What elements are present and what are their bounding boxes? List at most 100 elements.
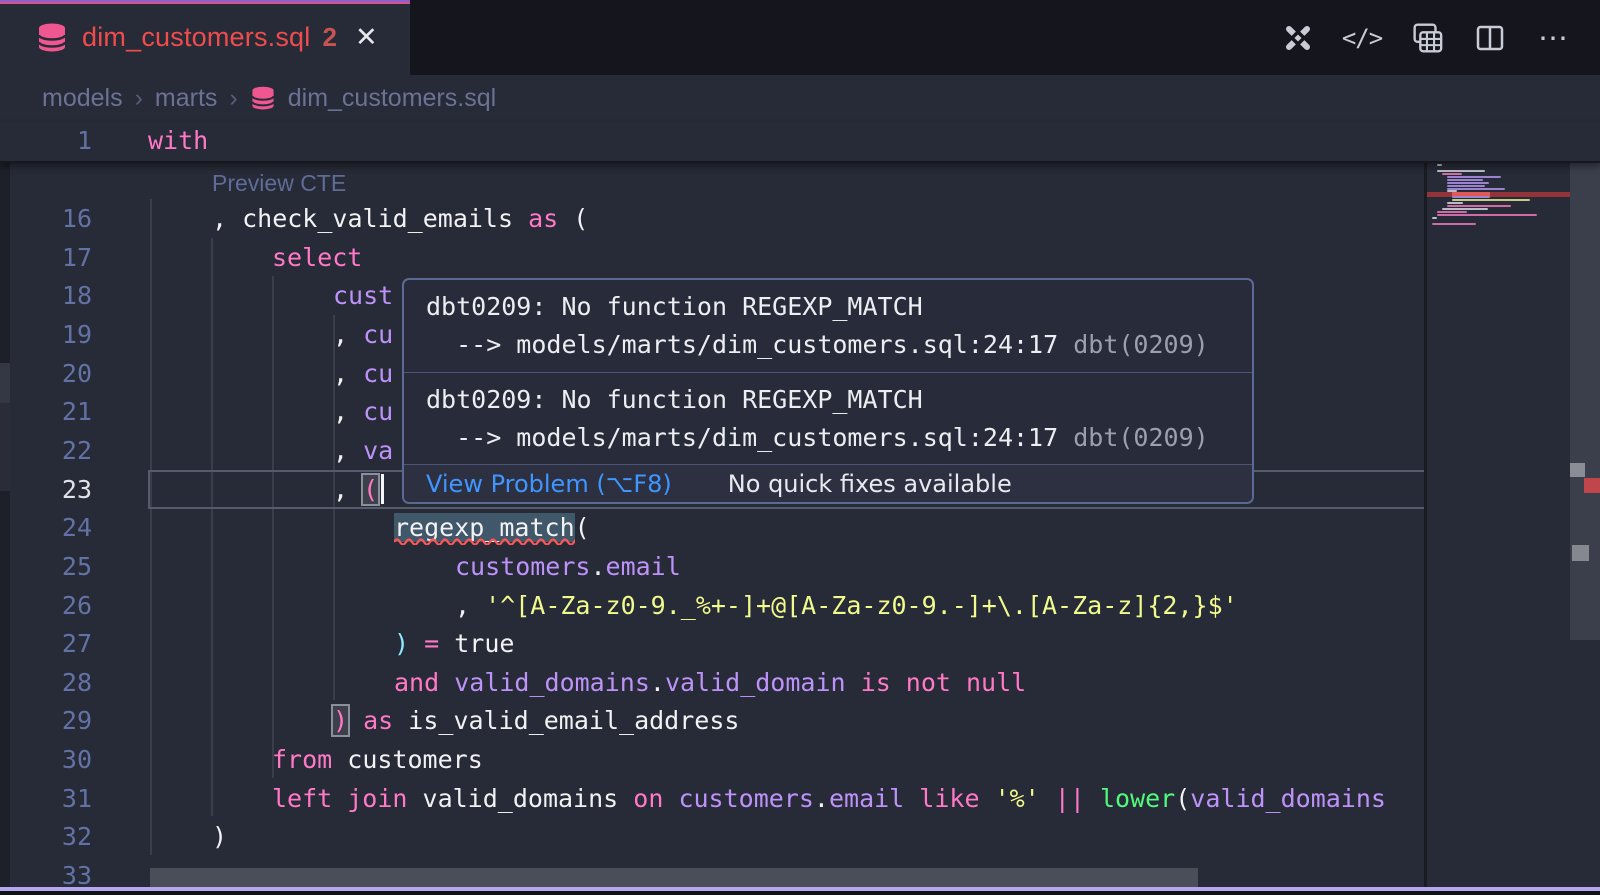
code-token: customers	[678, 784, 813, 813]
line-number: 28	[0, 663, 92, 702]
vertical-scrollbar-thumb[interactable]	[1570, 125, 1600, 640]
code-text: customers.email	[455, 547, 681, 586]
query-results-table-icon[interactable]	[1408, 20, 1444, 56]
close-tab-icon[interactable]: ✕	[355, 24, 378, 51]
code-token: (	[363, 475, 378, 504]
line-number: 30	[0, 740, 92, 779]
tab-bar: dim_customers.sql 2 ✕ </> ⋯	[0, 0, 1600, 75]
line-number: 27	[0, 624, 92, 663]
code-line-30[interactable]: 30 from customers	[0, 740, 1425, 779]
minimap-code-row	[1437, 211, 1467, 213]
rail-scrollbar-thumb[interactable]	[0, 363, 10, 403]
code-token: true	[454, 629, 514, 658]
code-line-24[interactable]: 24regexp_match(	[0, 508, 1425, 547]
code-token	[393, 706, 408, 735]
hover-action-row: View Problem (⌥F8) No quick fixes availa…	[404, 464, 1252, 503]
code-token: as	[363, 706, 393, 735]
more-actions-icon[interactable]: ⋯	[1536, 20, 1572, 56]
code-token: (	[558, 204, 588, 233]
line-number: 1	[0, 122, 92, 160]
minimap-code-row	[1432, 217, 1437, 219]
line-number: 32	[0, 817, 92, 856]
breadcrumb-item-marts[interactable]: marts	[155, 84, 218, 113]
code-token: customers	[347, 745, 482, 774]
code-line-29[interactable]: 29) as is_valid_email_address	[0, 701, 1425, 740]
code-line-17[interactable]: 17select	[0, 238, 1425, 277]
minimap-code-row	[1447, 179, 1483, 181]
split-editor-icon[interactable]	[1472, 20, 1508, 56]
code-line-27[interactable]: 27 ) = true	[0, 624, 1425, 663]
code-line-25[interactable]: 25customers.email	[0, 547, 1425, 586]
line-number: 31	[0, 779, 92, 818]
code-token: cu	[363, 359, 393, 388]
code-text: ) as is_valid_email_address	[333, 701, 739, 740]
horizontal-scrollbar-thumb[interactable]	[150, 868, 1198, 888]
code-token: and	[394, 668, 439, 697]
line-number: 22	[0, 431, 92, 470]
overview-ruler-cursor-marker	[1570, 463, 1585, 477]
minimap-code-row	[1452, 199, 1530, 201]
code-token: valid_domains	[1190, 784, 1386, 813]
minimap-code-row	[1442, 208, 1488, 210]
code-token: .	[590, 552, 605, 581]
code-text: , '^[A-Za-z0-9._%+-]+@[A-Za-z0-9.-]+\.[A…	[455, 586, 1238, 625]
code-token: is_valid_email_address	[408, 706, 739, 735]
code-line-31[interactable]: 31 left join valid_domains on customers.e…	[0, 779, 1425, 818]
rail-scrollbar-thumb[interactable]	[0, 403, 10, 491]
code-token: va	[363, 436, 393, 465]
code-token: valid_domain	[665, 668, 846, 697]
code-token: lower	[1100, 784, 1175, 813]
diagnostic-text: dbt0209: No function REGEXP_MATCH	[426, 385, 923, 414]
code-token: ,	[455, 591, 485, 620]
code-text: select	[272, 238, 362, 277]
breadcrumb-item-file[interactable]: dim_customers.sql	[288, 84, 496, 113]
code-text: , cu	[333, 354, 393, 393]
codelens-preview-cte[interactable]: Preview CTE	[212, 170, 346, 197]
quick-fix-status: No quick fixes available	[728, 470, 1012, 498]
code-token	[1085, 784, 1100, 813]
tab-problem-count: 2	[322, 22, 336, 53]
left-rail	[0, 161, 10, 895]
minimap-code-row	[1447, 176, 1501, 178]
sticky-scroll-line[interactable]: 1 with	[0, 122, 1600, 163]
minimap-code-row	[1432, 223, 1476, 225]
code-text: , check_valid_emails as (	[212, 199, 588, 238]
code-text: , cu	[333, 315, 393, 354]
minimap-code-row	[1447, 182, 1489, 184]
line-number: 18	[0, 276, 92, 315]
code-token	[439, 629, 454, 658]
code-token: from	[272, 745, 332, 774]
code-line-28[interactable]: 28and valid_domains.valid_domain is not …	[0, 663, 1425, 702]
sticky-code-text: with	[148, 122, 208, 160]
code-token	[846, 668, 861, 697]
code-text: ) = true	[394, 624, 514, 663]
minimap-code-row	[1442, 173, 1462, 175]
code-token: ,	[333, 359, 363, 388]
code-line-26[interactable]: 26, '^[A-Za-z0-9._%+-]+@[A-Za-z0-9.-]+\.…	[0, 586, 1425, 625]
line-number: 24	[0, 508, 92, 547]
code-text: left join valid_domains on customers.ema…	[272, 779, 1386, 818]
dbt-extension-icon[interactable]	[1280, 20, 1316, 56]
tab-filename: dim_customers.sql	[82, 22, 310, 53]
code-token: '%'	[995, 784, 1040, 813]
overview-ruler-error-marker	[1584, 478, 1600, 493]
code-token: )	[212, 822, 227, 851]
view-problem-link[interactable]: View Problem (⌥F8)	[426, 470, 672, 498]
code-token: ||	[1055, 784, 1085, 813]
breadcrumb-item-models[interactable]: models	[42, 84, 123, 113]
code-token: .	[650, 668, 665, 697]
code-token: '^[A-Za-z0-9._%+-]+@[A-Za-z0-9.-]+\.[A-Z…	[485, 591, 1238, 620]
code-token: on	[633, 784, 663, 813]
editor-actions: </> ⋯	[1280, 20, 1572, 56]
code-token: ,	[333, 320, 363, 349]
diagnostic-text: dbt0209: No function REGEXP_MATCH	[426, 292, 923, 321]
database-icon	[250, 86, 276, 111]
code-preview-icon[interactable]: </>	[1344, 20, 1380, 56]
code-token	[980, 784, 995, 813]
tab-dim-customers[interactable]: dim_customers.sql 2 ✕	[0, 0, 410, 75]
code-token	[439, 668, 454, 697]
diagnostic-location: --> models/marts/dim_customers.sql:24:17	[426, 330, 1073, 359]
code-token	[663, 784, 678, 813]
code-line-32[interactable]: 32)	[0, 817, 1425, 856]
code-line-16[interactable]: 16, check_valid_emails as (	[0, 199, 1425, 238]
